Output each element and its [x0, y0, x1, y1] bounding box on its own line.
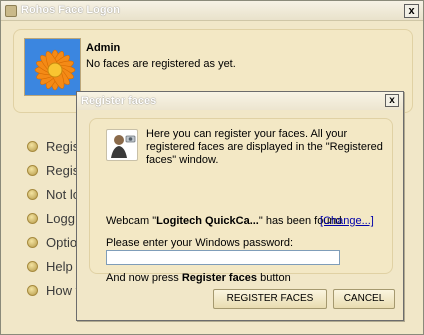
webcam-prefix: Webcam " — [106, 215, 157, 227]
hint-bold: Register faces — [181, 272, 258, 284]
register-face-icon — [106, 129, 138, 161]
main-title-bar[interactable]: Rohos Face Logon x — [1, 1, 423, 21]
dialog-title-bar[interactable]: Register faces x — [77, 92, 403, 110]
register-faces-button[interactable]: REGISTER FACES — [213, 289, 327, 309]
dialog-title: Register faces — [81, 95, 157, 107]
bullet-icon — [27, 260, 38, 272]
webcam-status: Webcam "Logitech QuickCa..." has been fo… — [106, 215, 342, 227]
dialog-hint: And now press Register faces button — [106, 272, 291, 284]
menu-item-label: Help — [46, 258, 73, 274]
flower-avatar-icon — [24, 38, 81, 96]
menu-item-label: Optio — [46, 234, 78, 250]
main-close-button[interactable]: x — [404, 4, 419, 18]
register-faces-dialog: Register faces x Here you can register y… — [76, 91, 404, 321]
dialog-content-panel: Here you can register your faces. All yo… — [89, 118, 393, 284]
profile-name: Admin — [86, 42, 121, 54]
menu-item-label: Logg — [46, 210, 75, 226]
window-title: Rohos Face Logon — [21, 4, 120, 16]
app-icon — [5, 5, 17, 17]
cancel-button[interactable]: CANCEL — [333, 289, 395, 309]
profile-status: No faces are registered as yet. — [86, 58, 236, 70]
bullet-icon — [27, 140, 38, 152]
bullet-icon — [27, 236, 38, 248]
bullet-icon — [27, 212, 38, 224]
hint-suffix: button — [257, 272, 291, 284]
password-field[interactable] — [106, 250, 340, 265]
change-webcam-link[interactable]: [Change...] — [320, 215, 374, 227]
menu-item-label: How t — [46, 282, 80, 298]
hint-prefix: And now press — [106, 272, 182, 284]
bullet-icon — [27, 284, 38, 296]
webcam-name: Logitech QuickCa... — [156, 215, 259, 227]
menu-item-label: Regis — [46, 162, 80, 178]
bullet-icon — [27, 164, 38, 176]
bullet-icon — [27, 188, 38, 200]
menu-item-label: Not lo — [46, 186, 80, 202]
password-label: Please enter your Windows password: — [106, 237, 294, 249]
dialog-close-button[interactable]: x — [385, 94, 399, 107]
menu-item-label: Regis — [46, 138, 80, 154]
dialog-intro-text: Here you can register your faces. All yo… — [146, 128, 383, 166]
